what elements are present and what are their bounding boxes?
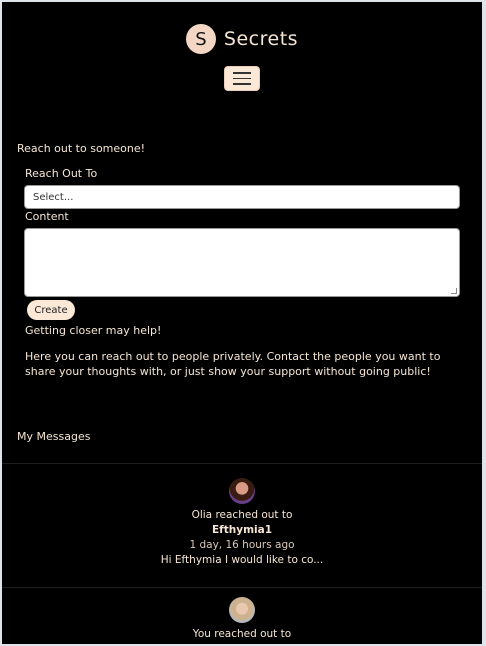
resize-grip-icon[interactable] [451,288,457,294]
avatar [229,478,255,504]
message-time: 1 day, 16 hours ago [189,539,295,551]
recipient-select-value: Select... [33,191,74,203]
message-preview: Hi Efthymia I would like to co... [160,554,324,566]
hamburger-icon-bar [233,72,251,74]
divider [2,587,482,588]
avatar [229,597,255,623]
brand[interactable]: S Secrets [2,24,482,54]
brand-name: Secrets [223,28,299,50]
message-card[interactable]: Olia reached out to Efthymia1 1 day, 16 … [2,478,482,568]
logo: S [185,24,216,54]
menu-toggle-button[interactable] [224,66,260,91]
message-sender-line: You reached out to [192,628,292,640]
content-label: Content [25,210,69,223]
form-title: Reach out to someone! [17,142,146,155]
recipient-select[interactable]: Select... [24,185,460,209]
divider [2,463,482,464]
create-button[interactable]: Create [27,300,75,320]
info-text: Here you can reach out to people private… [25,350,441,378]
recipient-label: Reach Out To [25,167,98,180]
message-sender-line: Olia reached out to [191,509,293,521]
hint-text: Getting closer may help! [25,324,162,337]
content-textarea[interactable] [24,228,460,297]
messages-title: My Messages [17,430,91,443]
message-recipient: Efthymia1 [211,524,272,536]
hamburger-icon-bar [233,77,251,80]
app-frame: S Secrets Reach out to someone! Reach Ou… [2,2,482,644]
hamburger-icon-bar [233,83,251,85]
message-card[interactable]: You reached out to [2,597,482,642]
